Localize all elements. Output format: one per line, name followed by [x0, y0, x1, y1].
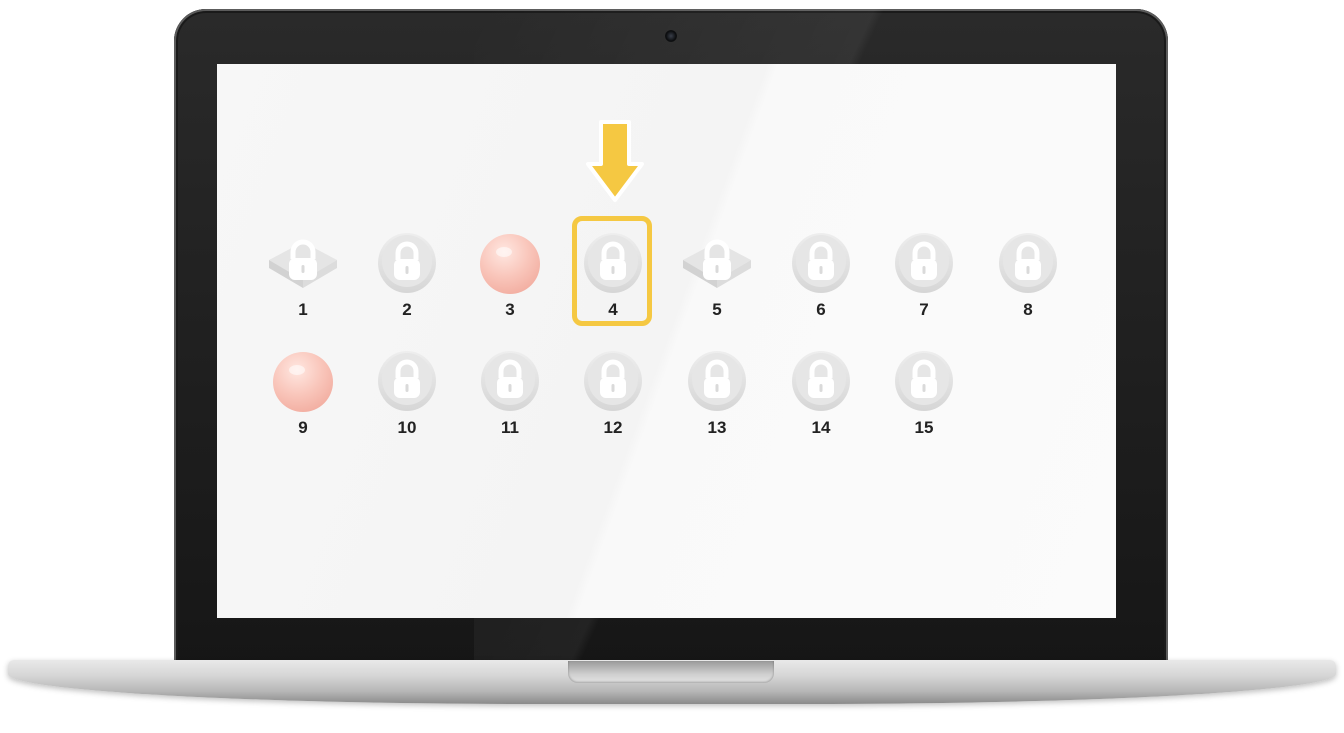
level-number: 3	[505, 300, 515, 319]
level-item-10[interactable]: 10	[362, 340, 452, 440]
padlock-icon	[996, 230, 1060, 294]
level-number: 1	[298, 300, 308, 319]
padlock-icon	[478, 348, 542, 412]
padlock-icon	[375, 230, 439, 294]
level-number: 5	[712, 300, 722, 319]
locked-book-icon	[269, 230, 337, 294]
level-item-6[interactable]: 6	[776, 222, 866, 322]
level-item-11[interactable]: 11	[465, 340, 555, 440]
padlock-icon	[375, 348, 439, 412]
laptop-notch	[568, 661, 774, 683]
level-item-14[interactable]: 14	[776, 340, 866, 440]
padlock-icon	[789, 348, 853, 412]
level-item-3[interactable]: 3	[465, 222, 555, 322]
level-item-8[interactable]: 8	[983, 222, 1073, 322]
level-item-9[interactable]: 9	[258, 340, 348, 440]
level-number: 14	[811, 418, 831, 437]
level-item-15[interactable]: 15	[879, 340, 969, 440]
padlock-icon	[685, 348, 749, 412]
level-item-7[interactable]: 7	[879, 222, 969, 322]
padlock-icon	[581, 348, 645, 412]
locked-book-icon	[683, 230, 751, 294]
level-number: 13	[707, 418, 727, 437]
level-item-1[interactable]: 1	[258, 222, 348, 322]
level-item-12[interactable]: 12	[568, 340, 658, 440]
sphere-icon	[478, 230, 542, 294]
level-number: 2	[402, 300, 412, 319]
level-item-2[interactable]: 2	[362, 222, 452, 322]
level-number: 7	[919, 300, 929, 319]
level-item-13[interactable]: 13	[672, 340, 762, 440]
level-highlight-frame	[572, 216, 652, 326]
level-item-5[interactable]: 5	[672, 222, 762, 322]
level-number: 9	[298, 418, 308, 437]
webcam-icon	[665, 30, 677, 42]
padlock-icon	[789, 230, 853, 294]
sphere-icon	[271, 348, 335, 412]
screen	[217, 64, 1116, 618]
level-number: 10	[397, 418, 417, 437]
padlock-icon	[892, 348, 956, 412]
level-number: 12	[603, 418, 623, 437]
down-arrow-icon	[586, 120, 644, 202]
padlock-icon	[892, 230, 956, 294]
level-number: 11	[501, 418, 519, 437]
level-number: 8	[1023, 300, 1033, 319]
level-number: 6	[816, 300, 826, 319]
level-number: 15	[914, 418, 934, 437]
